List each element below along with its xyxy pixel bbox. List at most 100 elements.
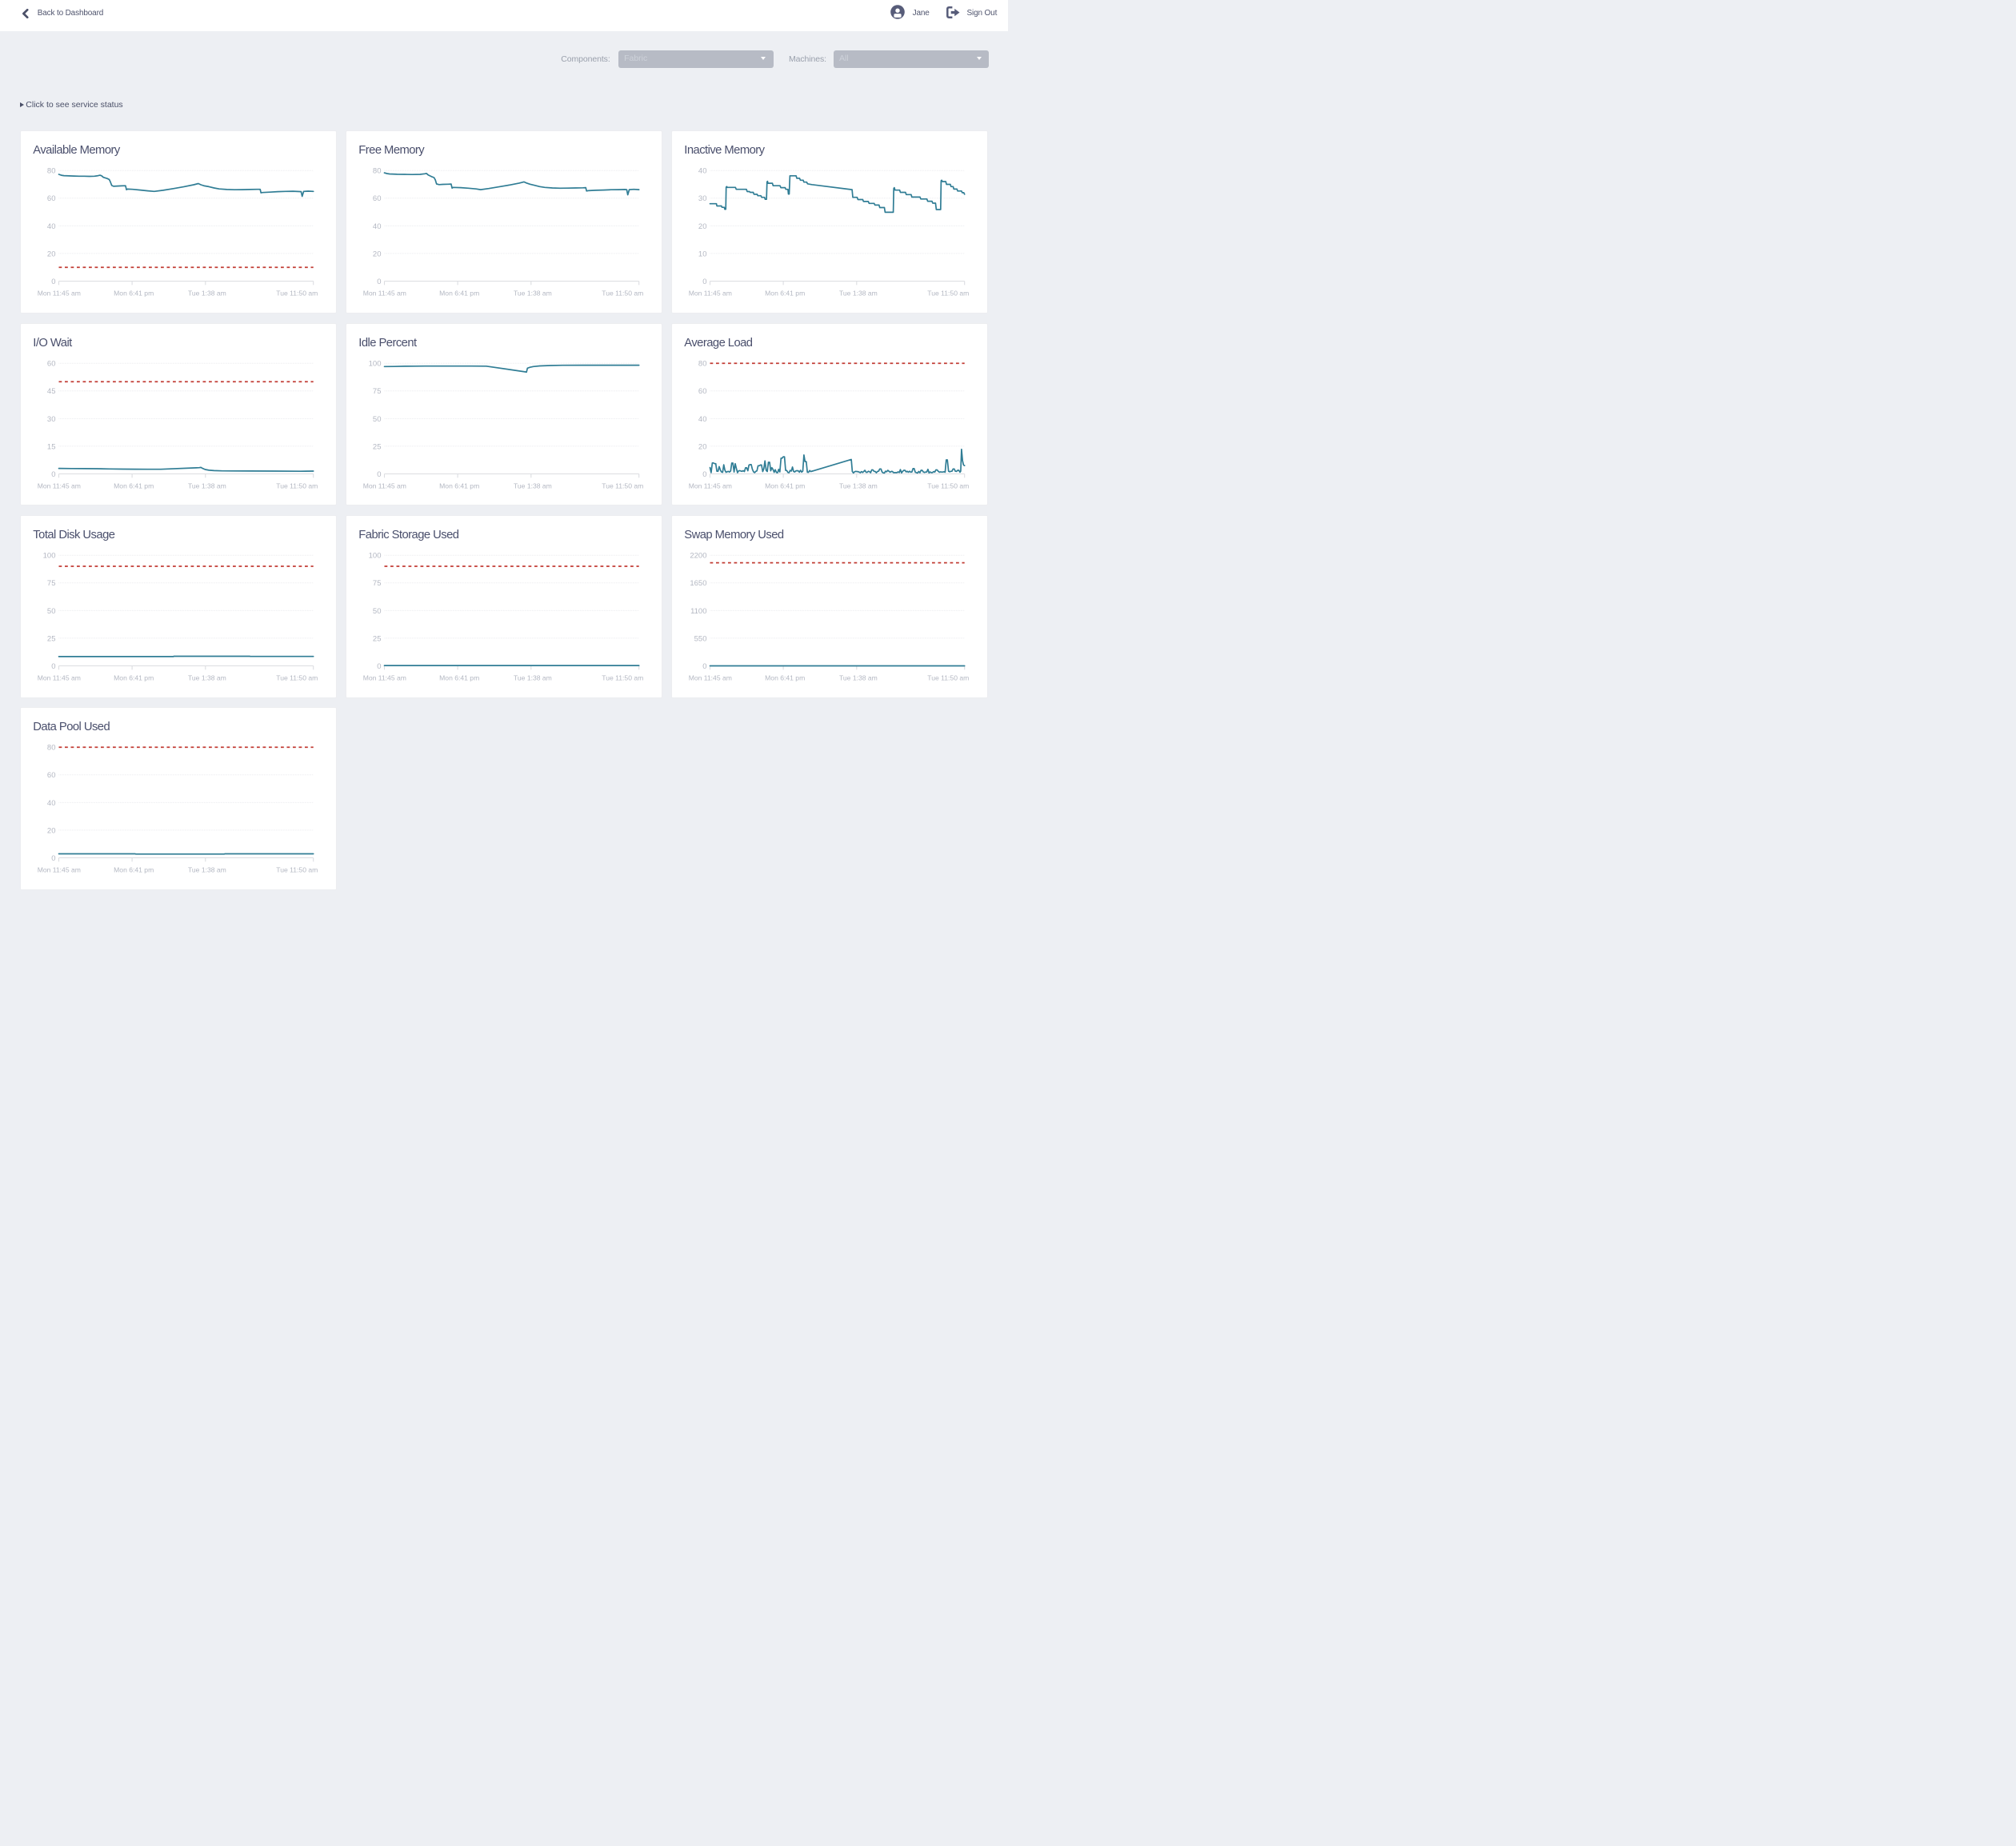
svg-text:50: 50	[373, 414, 382, 423]
svg-text:Tue 1:38 am: Tue 1:38 am	[514, 290, 552, 298]
svg-text:Mon 11:45 am: Mon 11:45 am	[689, 481, 732, 489]
svg-text:Tue 11:50 am: Tue 11:50 am	[927, 290, 969, 298]
svg-text:Mon 6:41 pm: Mon 6:41 pm	[765, 290, 805, 298]
svg-text:Mon 6:41 pm: Mon 6:41 pm	[114, 674, 154, 682]
svg-text:Tue 11:50 am: Tue 11:50 am	[276, 674, 318, 682]
svg-text:0: 0	[702, 662, 706, 671]
svg-text:Free Memory: Free Memory	[358, 144, 425, 157]
svg-text:Total Disk Usage: Total Disk Usage	[33, 529, 114, 541]
svg-text:Mon 6:41 pm: Mon 6:41 pm	[765, 674, 805, 682]
svg-text:100: 100	[369, 359, 382, 368]
svg-text:Available Memory: Available Memory	[33, 144, 121, 157]
svg-text:40: 40	[698, 414, 707, 423]
svg-text:25: 25	[373, 442, 382, 451]
svg-text:Mon 11:45 am: Mon 11:45 am	[689, 290, 732, 298]
svg-text:80: 80	[373, 167, 382, 176]
svg-text:Idle Percent: Idle Percent	[358, 336, 417, 349]
svg-text:40: 40	[698, 167, 707, 176]
svg-text:80: 80	[47, 167, 56, 176]
svg-text:Tue 11:50 am: Tue 11:50 am	[276, 481, 318, 489]
svg-text:75: 75	[373, 387, 382, 396]
svg-text:Data Pool Used: Data Pool Used	[33, 721, 110, 733]
svg-text:Mon 6:41 pm: Mon 6:41 pm	[439, 290, 479, 298]
svg-text:Tue 1:38 am: Tue 1:38 am	[188, 866, 226, 874]
svg-text:Tue 1:38 am: Tue 1:38 am	[839, 481, 878, 489]
svg-text:Average Load: Average Load	[684, 336, 753, 349]
svg-text:80: 80	[698, 359, 707, 368]
svg-text:Mon 11:45 am: Mon 11:45 am	[689, 674, 732, 682]
svg-text:1100: 1100	[690, 607, 706, 616]
svg-text:60: 60	[47, 772, 56, 781]
svg-text:I/O Wait: I/O Wait	[33, 336, 72, 349]
svg-text:0: 0	[702, 469, 706, 478]
svg-text:Mon 11:45 am: Mon 11:45 am	[363, 674, 406, 682]
svg-text:Fabric Storage Used: Fabric Storage Used	[358, 529, 458, 541]
svg-text:Mon 11:45 am: Mon 11:45 am	[363, 481, 406, 489]
svg-text:0: 0	[51, 469, 55, 478]
svg-text:40: 40	[373, 222, 382, 231]
svg-text:0: 0	[702, 278, 706, 286]
svg-text:20: 20	[47, 827, 56, 836]
svg-text:Tue 11:50 am: Tue 11:50 am	[602, 674, 643, 682]
svg-text:20: 20	[698, 222, 707, 231]
svg-text:0: 0	[377, 469, 381, 478]
svg-text:60: 60	[698, 387, 707, 396]
svg-text:Mon 11:45 am: Mon 11:45 am	[38, 866, 81, 874]
svg-text:50: 50	[47, 607, 56, 616]
svg-text:100: 100	[369, 552, 382, 561]
svg-text:Inactive Memory: Inactive Memory	[684, 144, 765, 157]
svg-text:75: 75	[47, 579, 56, 588]
svg-text:60: 60	[47, 359, 56, 368]
svg-text:Mon 6:41 pm: Mon 6:41 pm	[114, 866, 154, 874]
svg-text:60: 60	[373, 194, 382, 203]
svg-text:Mon 11:45 am: Mon 11:45 am	[38, 481, 81, 489]
svg-text:Tue 11:50 am: Tue 11:50 am	[927, 674, 969, 682]
svg-text:20: 20	[698, 442, 707, 451]
svg-text:Mon 11:45 am: Mon 11:45 am	[363, 290, 406, 298]
svg-text:40: 40	[47, 222, 56, 231]
svg-text:Tue 11:50 am: Tue 11:50 am	[602, 481, 643, 489]
svg-text:25: 25	[373, 634, 382, 643]
svg-text:Tue 1:38 am: Tue 1:38 am	[514, 674, 552, 682]
svg-text:Mon 6:41 pm: Mon 6:41 pm	[439, 481, 479, 489]
svg-text:0: 0	[51, 854, 55, 863]
svg-text:Mon 6:41 pm: Mon 6:41 pm	[114, 290, 154, 298]
svg-text:80: 80	[47, 744, 56, 753]
svg-text:Tue 11:50 am: Tue 11:50 am	[602, 290, 643, 298]
svg-text:60: 60	[47, 194, 56, 203]
svg-text:Mon 6:41 pm: Mon 6:41 pm	[765, 481, 805, 489]
svg-text:0: 0	[51, 278, 55, 286]
svg-text:40: 40	[47, 799, 56, 808]
svg-text:20: 20	[373, 250, 382, 258]
svg-text:Tue 1:38 am: Tue 1:38 am	[839, 674, 878, 682]
svg-text:Mon 6:41 pm: Mon 6:41 pm	[439, 674, 479, 682]
svg-text:15: 15	[47, 442, 56, 451]
svg-text:45: 45	[47, 387, 56, 396]
svg-text:0: 0	[377, 662, 381, 671]
svg-text:1650: 1650	[690, 579, 706, 588]
svg-text:Tue 11:50 am: Tue 11:50 am	[276, 290, 318, 298]
svg-text:30: 30	[47, 414, 56, 423]
svg-text:Tue 1:38 am: Tue 1:38 am	[188, 481, 226, 489]
svg-text:0: 0	[51, 662, 55, 671]
svg-text:2200: 2200	[690, 552, 706, 561]
svg-text:75: 75	[373, 579, 382, 588]
svg-text:Swap Memory Used: Swap Memory Used	[684, 529, 784, 541]
svg-text:Tue 1:38 am: Tue 1:38 am	[188, 674, 226, 682]
svg-text:Tue 1:38 am: Tue 1:38 am	[514, 481, 552, 489]
svg-text:Tue 1:38 am: Tue 1:38 am	[839, 290, 878, 298]
svg-text:25: 25	[47, 634, 56, 643]
svg-text:100: 100	[43, 552, 56, 561]
svg-text:50: 50	[373, 607, 382, 616]
svg-text:Tue 1:38 am: Tue 1:38 am	[188, 290, 226, 298]
svg-text:Mon 6:41 pm: Mon 6:41 pm	[114, 481, 154, 489]
svg-text:20: 20	[47, 250, 56, 258]
svg-text:10: 10	[698, 250, 707, 258]
svg-text:0: 0	[377, 278, 381, 286]
svg-text:30: 30	[698, 194, 707, 203]
svg-text:Tue 11:50 am: Tue 11:50 am	[276, 866, 318, 874]
svg-text:550: 550	[694, 634, 707, 643]
svg-text:Mon 11:45 am: Mon 11:45 am	[38, 290, 81, 298]
svg-text:Mon 11:45 am: Mon 11:45 am	[38, 674, 81, 682]
svg-text:Tue 11:50 am: Tue 11:50 am	[927, 481, 969, 489]
